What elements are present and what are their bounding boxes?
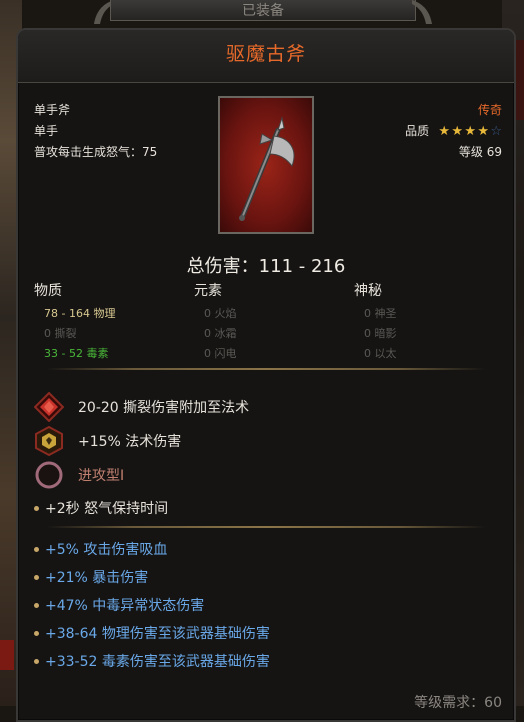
item-rage: 普攻每击生成怒气：75 [34,145,158,159]
damage-type: 撕裂 [54,327,77,340]
damage-lightning-row: 0 闪电 [204,345,237,361]
tab-label: 已装备 [242,3,284,19]
item-tooltip-panel: 驱魔古斧 单手斧 单手 普攻每击生成怒气：75 传奇 品质 ★★★★☆ 等级 6… [16,28,516,722]
modifier-line: +38-64 物理伤害至该武器基础伤害 [34,623,270,643]
modifier-line: +5% 攻击伤害吸血 [34,539,167,559]
damage-type: 火焰 [214,307,237,320]
modifier-text: +33-52 毒素伤害至该武器基础伤害 [45,654,270,670]
item-name: 驱魔古斧 [225,43,306,65]
bullet-icon [34,505,39,511]
star-filled-icon: ★ [451,124,463,139]
star-filled-icon: ★ [464,124,476,139]
damage-frost-row: 0 冰霜 [204,325,237,341]
implicit-modifier: +2秒 怒气保持时间 [34,498,168,518]
tab-ornament-right [412,0,432,24]
affix-gold-gem: +15% 法术伤害 [34,426,181,456]
item-type: 单手斧 [34,103,71,117]
damage-value: 0 [364,347,371,360]
damage-value: 0 [364,327,371,340]
damage-value: 0 [44,327,51,340]
bullet-icon [34,546,39,552]
damage-type: 神圣 [374,307,397,320]
modifier-line: +47% 中毒异常状态伤害 [34,595,204,615]
modifier-text: +5% 攻击伤害吸血 [45,542,168,558]
affix-empty-socket: 进攻型I [34,460,124,490]
modifier-line: +33-52 毒素伤害至该武器基础伤害 [34,651,270,671]
damage-value: 0 [204,327,211,340]
item-rarity: 传奇 [477,103,502,117]
tab-equipped[interactable]: 已装备 [110,0,416,21]
damage-value: 33 - 52 [44,347,83,360]
item-rarity-info: 传奇 品质 ★★★★☆ 等级 69 [405,100,502,163]
background-red-element [0,640,14,670]
level-requirement: 等级需求：60 [414,695,502,711]
damage-type: 以太 [374,347,397,360]
damage-shadow-row: 0 暗影 [364,325,397,341]
affix-red-gem: 20-20 撕裂伤害附加至法术 [34,392,249,422]
modifier-text: +47% 中毒异常状态伤害 [45,598,205,614]
damage-header-elemental: 元素 [194,283,222,299]
damage-type: 暗影 [374,327,397,340]
modifier-text: +38-64 物理伤害至该武器基础伤害 [45,626,270,642]
damage-fire-row: 0 火焰 [204,305,237,321]
gold-gem-icon [35,426,63,456]
affix-text: 20-20 撕裂伤害附加至法术 [78,400,250,416]
damage-value: 0 [364,307,371,320]
damage-tear-row: 0 撕裂 [44,325,77,341]
item-image-frame [218,96,314,234]
separator [46,368,486,370]
modifier-line: +21% 暴击伤害 [34,567,148,587]
item-hand: 单手 [34,124,59,138]
affix-text: 进攻型I [78,468,125,484]
damage-holy-row: 0 神圣 [364,305,397,321]
bullet-icon [34,658,39,664]
total-damage: 总伤害：111 - 216 [186,256,346,277]
damage-type: 冰霜 [214,327,237,340]
item-base-info: 单手斧 单手 普攻每击生成怒气：75 [34,100,157,163]
modifier-text: +2秒 怒气保持时间 [45,501,169,517]
quality-label: 品质 [405,124,430,138]
damage-type: 闪电 [214,347,237,360]
halberd-axe-icon [239,116,295,221]
empty-socket-icon [35,461,63,489]
modifier-text: +21% 暴击伤害 [45,570,149,586]
bullet-icon [34,602,39,608]
red-gem-icon [34,392,64,422]
damage-physical-row: 78 - 164 物理 [44,305,115,321]
affix-text: +15% 法术伤害 [78,434,182,450]
damage-type: 物理 [93,307,116,320]
tooltip-header: 驱魔古斧 [18,30,514,83]
bullet-icon [34,630,39,636]
quality-row: 品质 ★★★★☆ [405,121,502,142]
star-filled-icon: ★ [438,124,450,139]
separator [46,526,486,528]
item-level: 等级 69 [458,145,502,159]
bullet-icon [34,574,39,580]
star-empty-icon: ☆ [490,124,502,139]
damage-value: 78 - 164 [44,307,90,320]
damage-ether-row: 0 以太 [364,345,397,361]
damage-header-mystic: 神秘 [354,283,382,299]
damage-value: 0 [204,307,211,320]
star-filled-icon: ★ [477,124,489,139]
damage-header-physical: 物质 [34,283,62,299]
damage-type: 毒素 [86,347,109,360]
damage-value: 0 [204,347,211,360]
quality-stars: ★★★★☆ [437,121,502,142]
damage-poison-row: 33 - 52 毒素 [44,345,108,361]
